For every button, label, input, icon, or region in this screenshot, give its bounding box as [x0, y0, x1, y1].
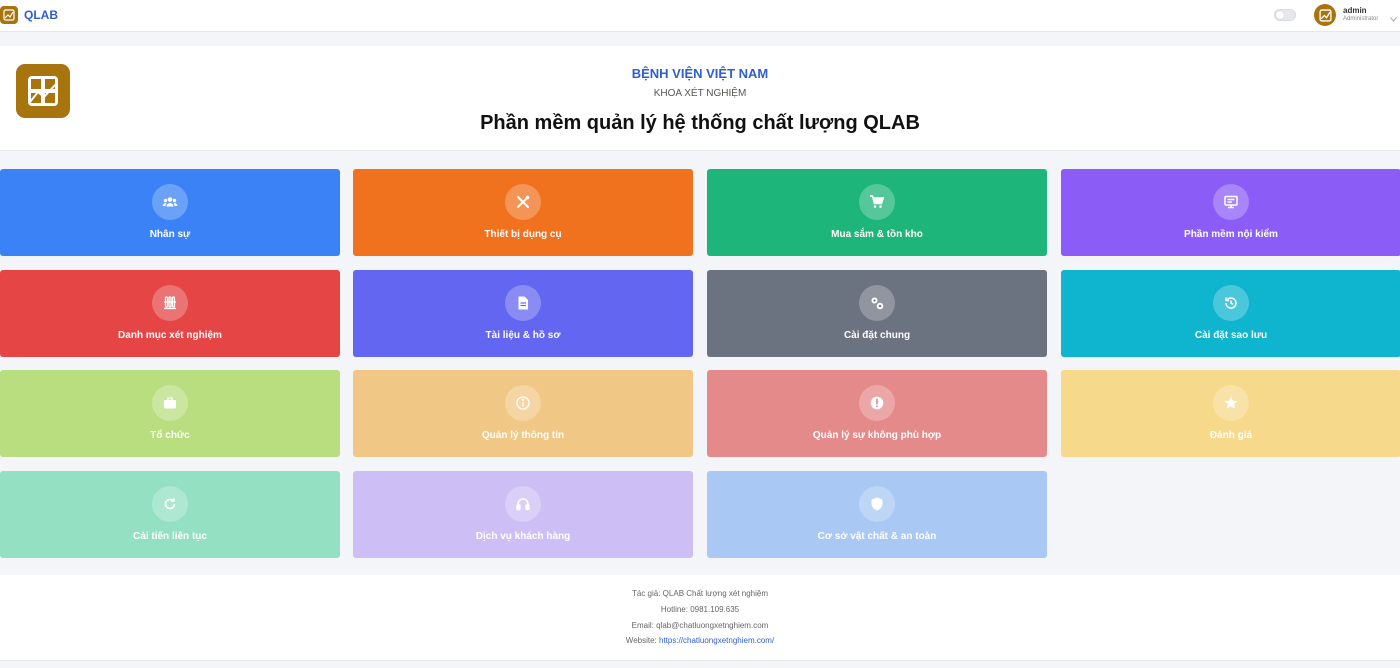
- tile-label: Thiết bị dụng cụ: [484, 229, 562, 240]
- tile-label: Danh mục xét nghiệm: [118, 330, 222, 341]
- tile-cai-tien-lien-tuc[interactable]: Cải tiến liên tục: [0, 471, 340, 558]
- test-tubes-icon: [152, 285, 188, 321]
- briefcase-icon: [152, 385, 188, 421]
- tools-icon: [505, 184, 541, 220]
- chevron-down-icon[interactable]: [1390, 9, 1397, 27]
- user-role: Administrator: [1343, 16, 1379, 22]
- tile-danh-gia[interactable]: Đánh giá: [1061, 370, 1400, 457]
- top-bar: QLAB admin Administrator: [0, 0, 1400, 32]
- footer-email: Email: qlab@chatluongxetnghiem.com: [631, 621, 769, 630]
- header-card: BỆNH VIỆN VIỆT NAM KHOA XÉT NGHIỆM Phần …: [0, 46, 1400, 151]
- document-icon: [505, 285, 541, 321]
- department-name: KHOA XÉT NGHIỆM: [653, 88, 747, 99]
- tile-label: Phần mềm nội kiểm: [1184, 229, 1278, 240]
- tile-thiet-bi-dung-cu[interactable]: Thiết bị dụng cụ: [353, 169, 693, 256]
- tile-label: Cài đặt chung: [843, 330, 911, 341]
- hospital-name: BỆNH VIỆN VIỆT NAM: [631, 66, 769, 81]
- refresh-icon: [152, 486, 188, 522]
- tile-label: Mua sắm & tồn kho: [831, 229, 923, 240]
- gears-icon: [859, 285, 895, 321]
- footer-website: Website: https://chatluongxetnghiem.com/: [0, 636, 1400, 645]
- headset-icon: [505, 486, 541, 522]
- cart-icon: [859, 184, 895, 220]
- tile-cai-dat-chung[interactable]: Cài đặt chung: [707, 270, 1047, 357]
- tile-quan-ly-thong-tin[interactable]: Quản lý thông tin: [353, 370, 693, 457]
- monitor-icon: [1213, 184, 1249, 220]
- tile-label: Cơ sở vật chất & an toàn: [817, 531, 937, 542]
- tile-label: Dịch vụ khách hàng: [475, 531, 571, 542]
- tile-co-so-vat-chat-an-toan[interactable]: Cơ sở vật chất & an toàn: [707, 471, 1047, 558]
- user-menu[interactable]: admin Administrator: [1343, 6, 1378, 23]
- star-icon: [1213, 385, 1249, 421]
- tile-label: Nhân sự: [149, 229, 191, 240]
- avatar[interactable]: [1314, 4, 1336, 26]
- tile-nhan-su[interactable]: Nhân sự: [0, 169, 340, 256]
- tile-tai-lieu-ho-so[interactable]: Tài liệu & hồ sơ: [353, 270, 693, 357]
- brand[interactable]: QLAB: [0, 6, 58, 24]
- user-name: admin: [1343, 6, 1367, 15]
- tile-label: Cài đặt sao lưu: [1194, 330, 1268, 341]
- brand-name: QLAB: [24, 8, 58, 22]
- backup-icon: [1213, 285, 1249, 321]
- tile-dich-vu-khach-hang[interactable]: Dịch vụ khách hàng: [353, 471, 693, 558]
- tile-label: Tài liệu & hồ sơ: [485, 330, 561, 341]
- qlab-logo-icon: [0, 6, 18, 24]
- users-icon: [152, 184, 188, 220]
- tile-cai-dat-sao-luu[interactable]: Cài đặt sao lưu: [1061, 270, 1400, 357]
- footer-website-link[interactable]: https://chatluongxetnghiem.com/: [659, 636, 774, 645]
- tile-danh-muc-xet-nghiem[interactable]: Danh mục xét nghiệm: [0, 270, 340, 357]
- footer-hotline: Hotline: 0981.109.635: [660, 605, 740, 614]
- tile-label: Quản lý thông tin: [481, 430, 565, 441]
- theme-toggle[interactable]: [1274, 9, 1296, 21]
- shield-icon: [859, 486, 895, 522]
- footer: Tác giả: QLAB Chất lượng xét nghiệm Hotl…: [0, 575, 1400, 661]
- info-icon: [505, 385, 541, 421]
- tile-quan-ly-su-khong-phu-hop[interactable]: Quản lý sự không phù hợp: [707, 370, 1047, 457]
- tile-phan-mem-noi-kiem[interactable]: Phần mềm nội kiểm: [1061, 169, 1400, 256]
- tile-label: Đánh giá: [1209, 430, 1253, 441]
- tile-label: Cải tiến liên tục: [133, 531, 207, 542]
- tile-mua-sam-ton-kho[interactable]: Mua sắm & tồn kho: [707, 169, 1047, 256]
- page-title: Phần mềm quản lý hệ thống chất lượng QLA…: [480, 112, 920, 134]
- alert-icon: [859, 385, 895, 421]
- tile-label: Tổ chức: [150, 430, 190, 441]
- tile-label: Quản lý sự không phù hợp: [812, 430, 942, 441]
- footer-author: Tác giả: QLAB Chất lượng xét nghiệm: [632, 589, 768, 598]
- tile-to-chuc[interactable]: Tổ chức: [0, 370, 340, 457]
- footer-website-label: Website:: [625, 636, 659, 645]
